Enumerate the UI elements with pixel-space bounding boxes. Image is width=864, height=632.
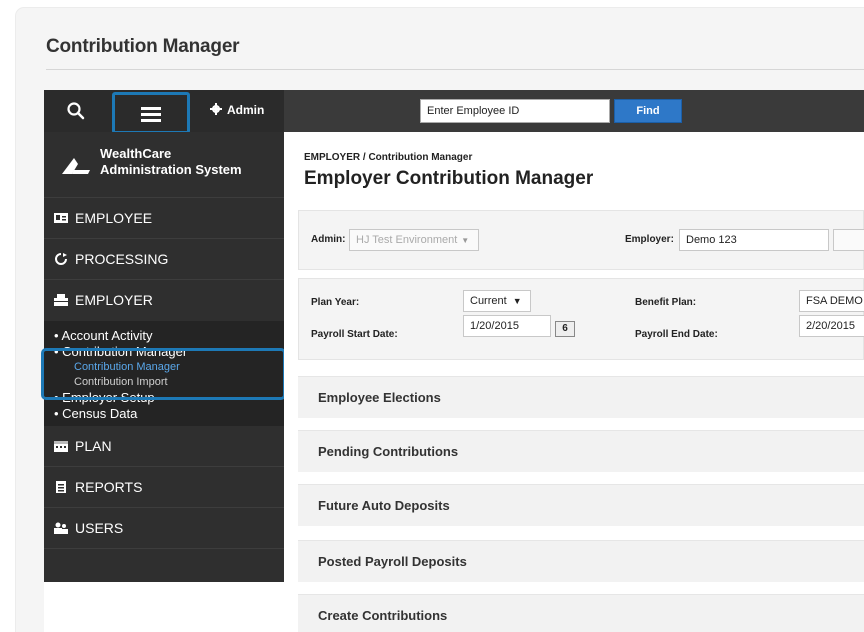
gear-icon <box>210 103 222 115</box>
admin-select-value: HJ Test Environment <box>356 234 458 246</box>
search-icon[interactable] <box>66 101 86 121</box>
calendar-button[interactable]: 6 <box>555 321 575 337</box>
employer-field-label: Employer: <box>625 234 674 245</box>
plan-year-label: Plan Year: <box>311 297 360 308</box>
brand-logo-block: WealthCare Administration System <box>44 132 284 198</box>
admin-select: HJ Test Environment ▼ <box>349 229 479 251</box>
submenu-census-data[interactable]: • Census Data <box>44 406 284 422</box>
sidebar-item-reports[interactable]: REPORTS <box>44 467 284 508</box>
payroll-end-input[interactable]: 2/20/2015 <box>799 315 864 337</box>
payroll-start-label: Payroll Start Date: <box>311 329 398 340</box>
title-divider <box>46 69 864 70</box>
plan-filter-panel: Plan Year: Current ▼ Benefit Plan: FSA DE… <box>298 278 864 360</box>
admin-employer-panel: Admin: HJ Test Environment ▼ Employer: De… <box>298 210 864 270</box>
sidebar-item-label: PROCESSING <box>75 251 169 267</box>
employer-input[interactable]: Demo 123 <box>679 229 829 251</box>
sidebar-item-label: USERS <box>75 520 124 536</box>
section-posted-payroll-deposits[interactable]: Posted Payroll Deposits <box>298 540 864 582</box>
sidebar-item-label: EMPLOYER <box>75 292 153 308</box>
section-employee-elections[interactable]: Employee Elections <box>298 376 864 418</box>
brand-subtitle: Administration System <box>100 162 242 177</box>
wealthcare-logo-icon <box>62 158 90 174</box>
sidebar-item-employer[interactable]: EMPLOYER <box>44 280 284 321</box>
benefit-plan-select[interactable]: FSA DEMO <box>799 290 864 312</box>
plan-year-value: Current <box>470 295 507 307</box>
employer-lookup-button[interactable] <box>833 229 864 251</box>
main-content: EMPLOYER / Contribution Manager Employer… <box>284 132 864 632</box>
admin-link[interactable]: Admin <box>210 103 264 117</box>
sidebar-item-label: EMPLOYEE <box>75 210 153 226</box>
hamburger-icon <box>141 107 161 122</box>
payroll-start-input[interactable]: 1/20/2015 <box>463 315 551 337</box>
sidebar-item-processing[interactable]: PROCESSING <box>44 239 284 280</box>
id-card-icon <box>54 213 68 223</box>
page-title: Employer Contribution Manager <box>304 168 594 189</box>
employee-id-input[interactable]: Enter Employee ID <box>420 99 610 123</box>
refresh-icon <box>55 253 67 265</box>
hamburger-menu-button[interactable] <box>112 92 190 134</box>
users-icon <box>54 522 68 534</box>
calendar-icon <box>54 441 68 452</box>
section-pending-contributions[interactable]: Pending Contributions <box>298 430 864 472</box>
report-icon <box>56 481 66 493</box>
plan-year-select[interactable]: Current ▼ <box>463 290 531 312</box>
employer-submenu: • Account Activity • Contribution Manage… <box>41 321 286 426</box>
top-bar: Admin Enter Employee ID Find <box>44 90 864 134</box>
admin-field-label: Admin: <box>311 234 346 245</box>
section-create-contributions[interactable]: Create Contributions <box>298 594 864 632</box>
sidebar: WealthCare Administration System EMPLOYE… <box>41 132 286 582</box>
sidebar-item-label: REPORTS <box>75 479 143 495</box>
section-future-auto-deposits[interactable]: Future Auto Deposits <box>298 484 864 526</box>
breadcrumb: EMPLOYER / Contribution Manager <box>304 152 473 163</box>
payroll-end-label: Payroll End Date: <box>635 329 718 340</box>
find-button[interactable]: Find <box>614 99 682 123</box>
app-window: Admin Enter Employee ID Find WealthCare … <box>41 90 864 632</box>
chevron-down-icon: ▼ <box>461 236 470 245</box>
sidebar-item-plan[interactable]: PLAN <box>44 426 284 467</box>
admin-label: Admin <box>227 103 265 117</box>
brand-name: WealthCare <box>100 146 172 161</box>
submenu-account-activity[interactable]: • Account Activity <box>44 328 284 344</box>
chevron-down-icon: ▼ <box>512 296 522 306</box>
sidebar-item-employee[interactable]: EMPLOYEE <box>44 198 284 239</box>
benefit-plan-label: Benefit Plan: <box>635 297 697 308</box>
document-title: Contribution Manager <box>46 36 240 57</box>
building-icon <box>54 294 68 306</box>
sidebar-item-label: PLAN <box>75 438 112 454</box>
contribution-manager-highlight <box>41 348 286 400</box>
sidebar-item-users[interactable]: USERS <box>44 508 284 549</box>
